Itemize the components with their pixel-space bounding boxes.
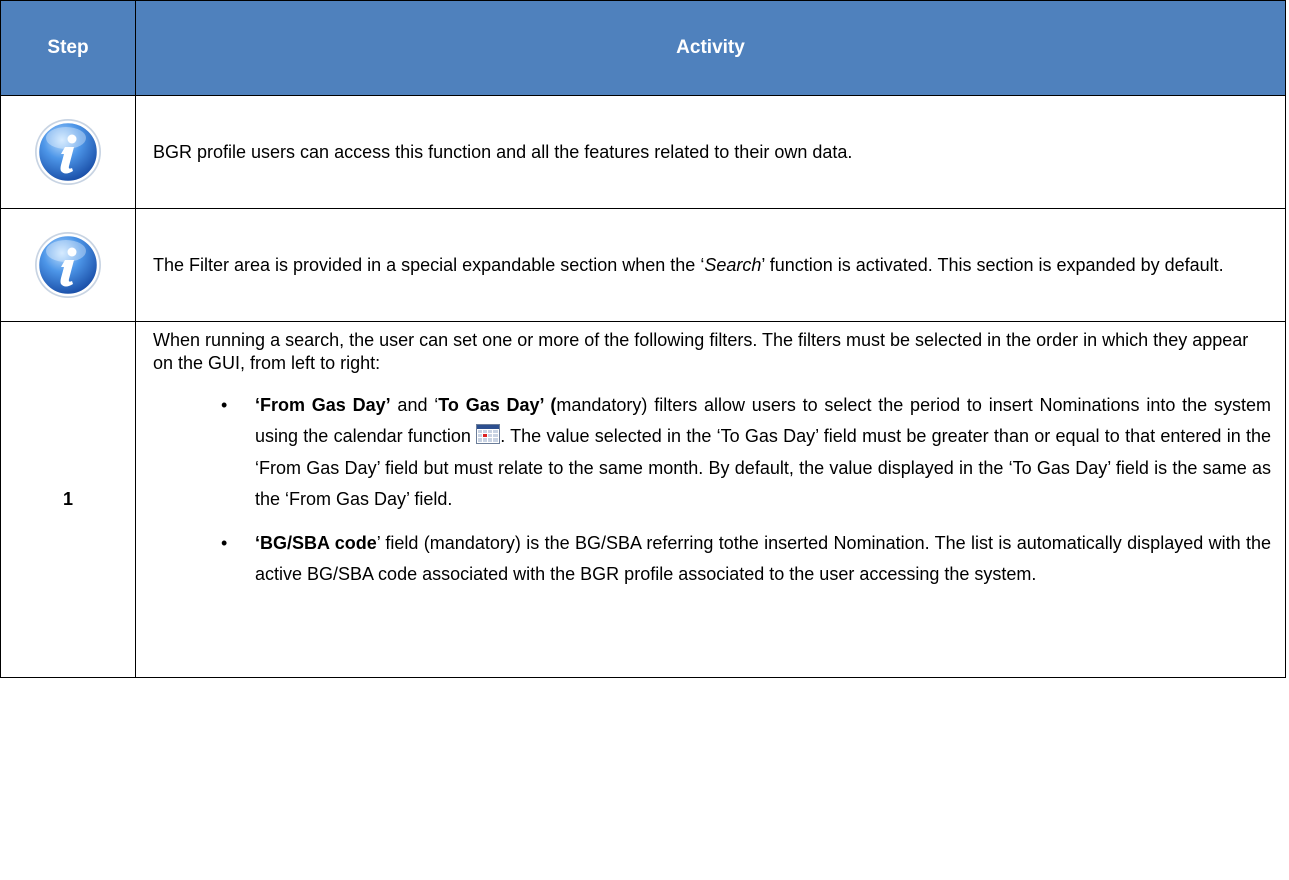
bullet: • [221,394,228,415]
list-item: • ‘From Gas Day’ and ‘To Gas Day’ (manda… [153,390,1271,516]
filters-intro: When running a search, the user can set … [153,330,1249,374]
calendar-icon [476,424,501,445]
step-cell [0,95,136,209]
from-gas-day-label: ‘From Gas Day’ [255,394,391,415]
list-item: • ‘BG/SBA code’ field (mandatory) is the… [153,528,1271,591]
step-number-cell: 1 [0,321,136,678]
activity-column-header: Activity [135,0,1286,96]
filters-list: • ‘From Gas Day’ and ‘To Gas Day’ (manda… [153,390,1271,591]
to-gas-day-label: To Gas Day’ ( [438,394,557,415]
table-header-row: Step Activity [0,0,1286,96]
activity-cell: The Filter area is provided in a special… [135,208,1286,322]
info-icon [35,119,101,185]
table-row: 1 When running a search, the user can se… [0,321,1286,678]
bg-sba-code-label: ‘BG/SBA code [255,532,377,553]
bullet-text: and ‘ [390,394,439,415]
step-column-header: Step [0,0,136,96]
table-row: BGR profile users can access this functi… [0,95,1286,209]
table-row: The Filter area is provided in a special… [0,208,1286,322]
document-page: Step Activity BGR profile users can acce… [0,0,1289,880]
steps-table: Step Activity BGR profile users can acce… [0,0,1286,678]
step-cell [0,208,136,322]
activity-text: The Filter area is provided in a special… [153,254,705,275]
bullet-text: ’ field (mandatory) is the BG/SBA referr… [255,532,1271,585]
bullet: • [221,532,228,553]
activity-cell: When running a search, the user can set … [135,321,1286,678]
activity-text: ’ function is activated. This section is… [761,254,1224,275]
search-term: Search [704,254,762,275]
activity-cell: BGR profile users can access this functi… [135,95,1286,209]
info-icon [35,232,101,298]
